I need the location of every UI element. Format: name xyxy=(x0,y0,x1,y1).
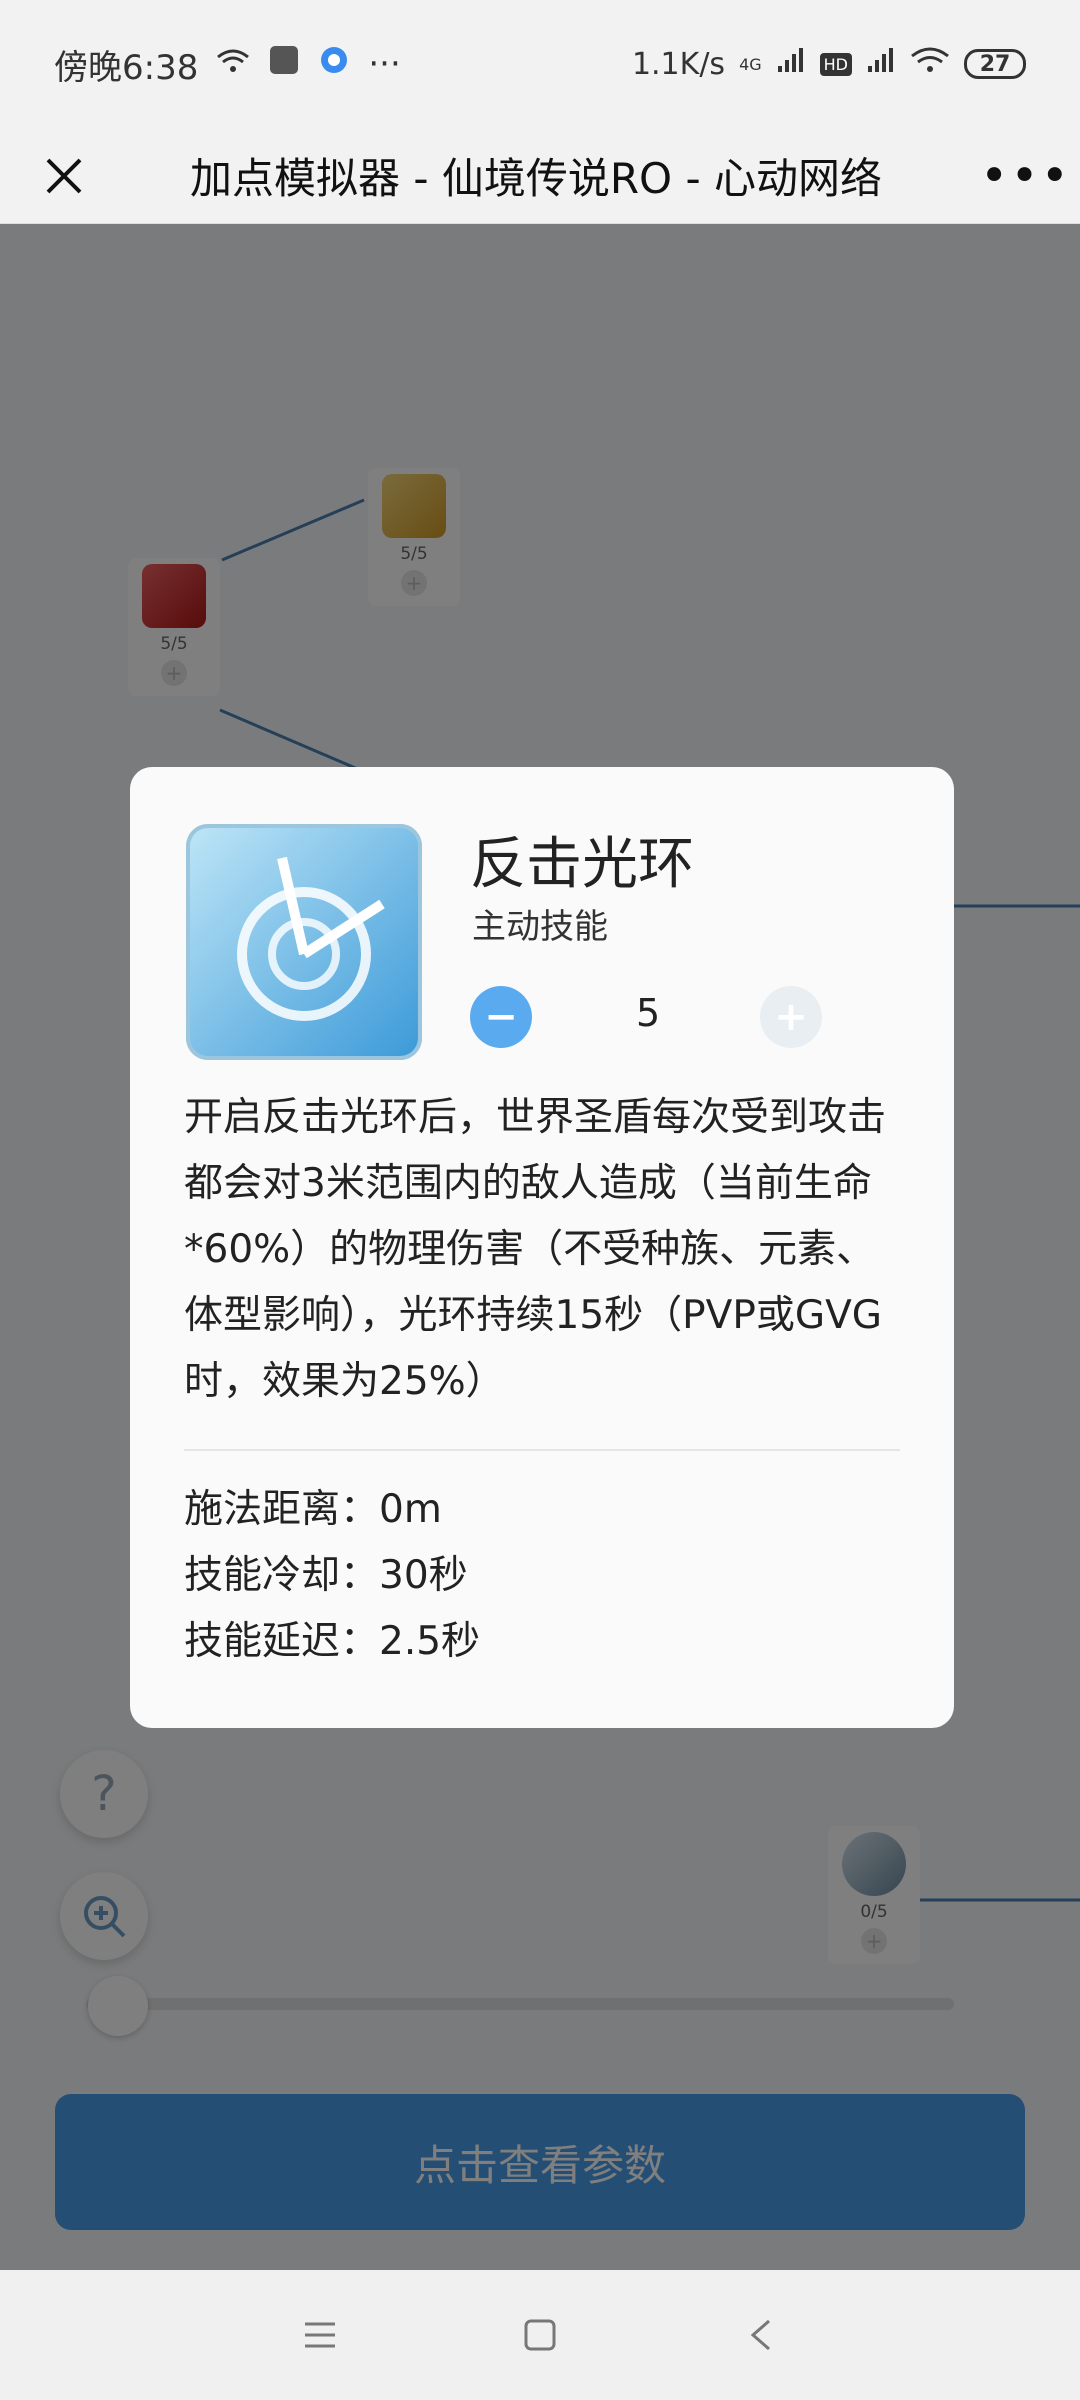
skill-level-value: 5 xyxy=(636,991,661,1035)
hd-badge: HD xyxy=(819,52,852,76)
signal-icon-2 xyxy=(866,46,896,82)
menu-button[interactable] xyxy=(295,2310,345,2360)
page-title: 加点模拟器 - 仙境传说RO - 心动网络 xyxy=(190,154,882,203)
status-bar: 傍晚6:38 ··· 1.1K/s 4G HD 27 xyxy=(0,0,1080,128)
home-icon xyxy=(524,2319,556,2351)
counter-aura-icon xyxy=(237,856,385,1021)
network-speed: 1.1K/s xyxy=(631,46,726,82)
skill-detail-modal: 反击光环 主动技能 − 5 + 开启反击光环后，世界圣盾每次受到攻击都会对3米范… xyxy=(130,767,954,1728)
plus-icon: + xyxy=(774,994,808,1040)
system-nav-bar xyxy=(0,2270,1080,2400)
increase-level-button[interactable]: + xyxy=(760,986,822,1048)
status-time: 傍晚6:38 xyxy=(54,47,199,88)
more-icon: ••• xyxy=(980,147,1071,204)
app-header: 加点模拟器 - 仙境传说RO - 心动网络 ••• xyxy=(0,128,1080,224)
decrease-level-button[interactable]: − xyxy=(470,986,532,1048)
wifi-link-icon xyxy=(910,45,950,83)
signal-4g-label: 4G xyxy=(739,54,762,74)
battery-icon: 27 xyxy=(964,49,1026,79)
close-icon xyxy=(46,158,82,193)
menu-icon xyxy=(305,2322,335,2348)
skill-attributes: 施法距离：0m 技能冷却：30秒 技能延迟：2.5秒 xyxy=(184,1477,480,1675)
more-options-button[interactable]: ••• xyxy=(980,148,1069,204)
skill-icon-large xyxy=(186,824,422,1060)
signal-icon xyxy=(776,46,806,82)
home-button[interactable] xyxy=(515,2310,565,2360)
browser-notification-icon xyxy=(318,44,350,85)
minus-icon: − xyxy=(484,994,518,1040)
back-icon xyxy=(750,2319,770,2351)
attr-delay: 技能延迟：2.5秒 xyxy=(184,1619,481,1664)
skill-name: 反击光环 xyxy=(470,832,694,897)
more-notifications-dots: ··· xyxy=(368,44,401,84)
skill-description: 开启反击光环后，世界圣盾每次受到攻击都会对3米范围内的敌人造成（当前生命*60%… xyxy=(184,1095,887,1404)
skill-type: 主动技能 xyxy=(472,907,608,947)
app-notification-icon xyxy=(268,44,300,85)
close-button[interactable] xyxy=(36,148,92,204)
attr-cooldown: 技能冷却：30秒 xyxy=(184,1553,468,1598)
attr-cast-range: 施法距离：0m xyxy=(184,1487,442,1532)
wifi-icon xyxy=(216,44,250,84)
divider xyxy=(184,1449,900,1451)
back-button[interactable] xyxy=(735,2310,785,2360)
